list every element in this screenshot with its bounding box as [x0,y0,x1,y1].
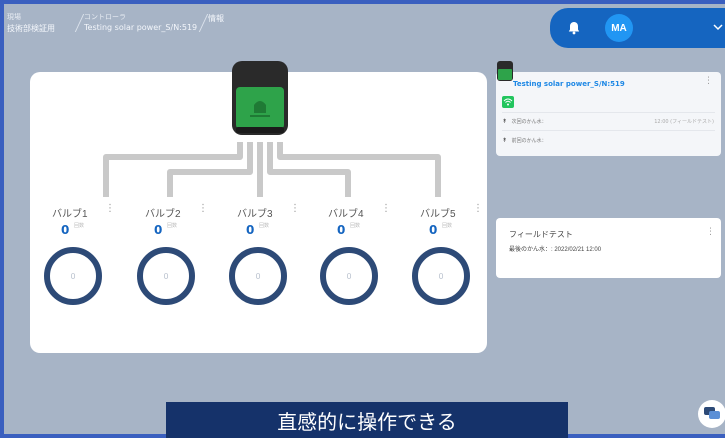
wifi-icon [502,96,514,108]
more-options-icon[interactable]: ⋮ [473,203,483,214]
pin-icon: ↟ [502,118,508,125]
breadcrumb-separator [74,14,85,32]
last-irrigation-value: : 2022/02/21 12:00 [551,247,602,253]
previous-irrigation-label: 前回のかん水： [511,138,547,144]
more-options-icon[interactable]: ⋮ [706,227,715,237]
more-options-icon[interactable]: ⋮ [290,203,300,214]
valve-card[interactable]: バルブ2 ⋮ 0 回数 0 [137,202,225,305]
chat-icon [704,407,720,419]
device-thumbnail [497,61,513,81]
chevron-down-icon[interactable] [713,22,723,32]
next-irrigation-row: ↟ 次回のかん水： 12:00 (フィールドテスト) [502,118,714,125]
previous-irrigation-row: ↟ 前回のかん水： [502,137,714,144]
valve-gauge: 0 [137,247,195,305]
valve-count: 0 [154,223,163,237]
controller-panel: バルブ1 ⋮ 0 回数 0 バルブ2 ⋮ 0 回数 0 バルブ3 ⋮ 0 回数 … [30,61,487,353]
breadcrumb-info-value: 情報 [208,14,224,23]
valve-count: 0 [61,223,70,237]
valve-name: バルブ2 [145,209,181,220]
valve-count: 0 [337,223,346,237]
avatar[interactable]: MA [605,14,633,42]
bell-icon[interactable] [566,20,582,36]
valve-name: バルブ1 [52,209,88,220]
controller-device-image [232,61,288,135]
more-options-icon[interactable]: ⋮ [381,203,391,214]
schedule-title: フィールドテスト [509,230,573,239]
valve-name: バルブ5 [420,209,456,220]
next-irrigation-label: 次回のかん水： [511,119,547,125]
breadcrumb-controller-label: コントローラ [84,13,126,21]
more-options-icon[interactable]: ⋮ [198,203,208,214]
breadcrumb-separator [198,14,209,32]
valve-gauge: 0 [320,247,378,305]
valve-gauge: 0 [229,247,287,305]
breadcrumb-info: 情報 [208,12,224,24]
last-irrigation-label: 最後のかん水： [509,247,552,253]
valve-name: バルブ4 [328,209,364,220]
valve-count-unit: 回数 [167,223,178,229]
breadcrumb-site-value: 技術部検証用 [7,24,55,33]
valve-card[interactable]: バルブ1 ⋮ 0 回数 0 [44,202,132,305]
valve-count-unit: 回数 [442,223,453,229]
valve-gauge: 0 [412,247,470,305]
valve-count-unit: 回数 [350,223,361,229]
valve-name: バルブ3 [237,209,273,220]
breadcrumb-site[interactable]: 現場 技術部検証用 [7,12,55,34]
valve-gauge: 0 [44,247,102,305]
breadcrumb-controller-value: Testing solar power_S/N:519 [84,23,198,32]
caption-banner: 直感的に操作できる [166,402,568,438]
valve-count-unit: 回数 [74,223,85,229]
breadcrumb-controller[interactable]: コントローラ Testing solar power_S/N:519 [84,12,197,32]
valve-count: 0 [246,223,255,237]
valve-count: 0 [429,223,438,237]
device-info-card[interactable]: Testing solar power_S/N:519 ⋮ ↟ 次回のかん水： … [496,72,721,156]
pin-icon: ↟ [502,137,508,144]
valve-count-unit: 回数 [259,223,270,229]
divider [502,112,715,113]
more-options-icon[interactable]: ⋮ [105,203,115,214]
breadcrumb-site-label: 現場 [7,13,21,21]
last-irrigation: 最後のかん水：: 2022/02/21 12:00 [509,244,601,253]
header-bar: MA [550,8,725,48]
more-options-icon[interactable]: ⋮ [704,76,713,86]
chat-button[interactable] [698,400,725,428]
schedule-card[interactable]: フィールドテスト ⋮ 最後のかん水：: 2022/02/21 12:00 [496,218,721,278]
valve-card[interactable]: バルブ3 ⋮ 0 回数 0 [229,202,317,305]
valve-card[interactable]: バルブ4 ⋮ 0 回数 0 [320,202,408,305]
device-name[interactable]: Testing solar power_S/N:519 [513,80,625,88]
valve-card[interactable]: バルブ5 ⋮ 0 回数 0 [412,202,500,305]
divider [502,130,715,131]
next-irrigation-value: 12:00 (フィールドテスト) [654,119,714,125]
